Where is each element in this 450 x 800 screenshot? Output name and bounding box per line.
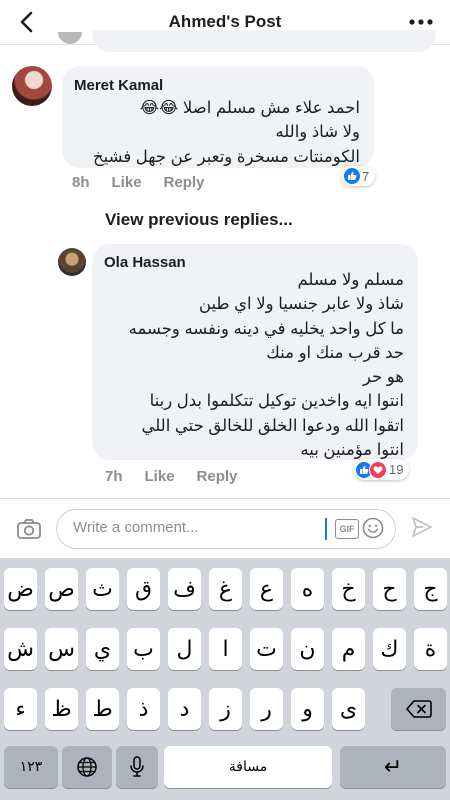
key[interactable]: و — [291, 688, 324, 730]
comment-actions: 8h Like Reply — [72, 174, 226, 191]
comment-author[interactable]: Meret Kamal — [74, 77, 163, 94]
key[interactable]: د — [168, 688, 201, 730]
key[interactable]: ث — [86, 568, 119, 610]
key[interactable]: ء — [4, 688, 37, 730]
key[interactable]: ح — [373, 568, 406, 610]
key[interactable]: ق — [127, 568, 160, 610]
send-icon[interactable] — [410, 515, 434, 539]
reply-bubble[interactable]: Ola Hassan مسلم ولا مسلم شاذ ولا عابر جن… — [92, 244, 418, 460]
backspace-key[interactable] — [391, 688, 446, 730]
key[interactable]: ن — [291, 628, 324, 670]
key[interactable]: ز — [209, 688, 242, 730]
comment-field[interactable]: GIF — [56, 509, 396, 549]
text-cursor — [325, 518, 327, 540]
key[interactable]: ذ — [127, 688, 160, 730]
key[interactable]: ط — [86, 688, 119, 730]
comment-timestamp: 8h — [72, 174, 90, 191]
reaction-summary[interactable]: 19 — [354, 459, 410, 480]
key[interactable]: ش — [4, 628, 37, 670]
avatar[interactable] — [58, 248, 86, 276]
microphone-key[interactable] — [116, 746, 158, 788]
like-reaction-icon — [344, 168, 360, 184]
gif-icon[interactable]: GIF — [335, 519, 359, 539]
keyboard: ض ص ث ق ف غ ع ه خ ح ج ش س ي ب ل ا ت ن م … — [0, 558, 450, 800]
comment-actions: 7h Like Reply — [105, 468, 259, 485]
key[interactable]: ت — [250, 628, 283, 670]
key[interactable]: ظ — [45, 688, 78, 730]
love-reaction-icon — [369, 460, 387, 479]
space-key[interactable]: مسافة — [164, 746, 332, 788]
reply-button[interactable]: Reply — [164, 174, 205, 191]
key[interactable]: خ — [332, 568, 365, 610]
comment-text: احمد علاء مش مسلم اصلا 😂😂 ولا شاذ والله … — [92, 99, 360, 166]
page-title: Ahmed's Post — [168, 12, 282, 31]
key[interactable]: ر — [250, 688, 283, 730]
comment-text: مسلم ولا مسلم شاذ ولا عابر جنسيا ولا اي … — [128, 271, 404, 460]
key[interactable]: س — [45, 628, 78, 670]
key[interactable]: ة — [414, 628, 447, 670]
key[interactable]: ض — [4, 568, 37, 610]
key[interactable]: ك — [373, 628, 406, 670]
comment-composer: GIF — [0, 498, 450, 559]
avatar[interactable] — [12, 66, 52, 106]
key[interactable]: ص — [45, 568, 78, 610]
globe-icon — [77, 757, 97, 777]
key[interactable]: ه — [291, 568, 324, 610]
reply-button[interactable]: Reply — [197, 468, 238, 485]
key[interactable]: ي — [86, 628, 119, 670]
key[interactable]: ا — [209, 628, 242, 670]
comment-bubble[interactable]: Meret Kamal احمد علاء مش مسلم اصلا 😂😂 ول… — [62, 66, 374, 168]
comment-timestamp: 7h — [105, 468, 123, 485]
key[interactable]: م — [332, 628, 365, 670]
like-button[interactable]: Like — [112, 174, 142, 191]
return-key[interactable]: ↵ — [340, 746, 446, 788]
numbers-key[interactable]: ١٢٣ — [4, 746, 58, 788]
reaction-summary[interactable]: 7 — [342, 166, 376, 186]
microphone-icon — [130, 756, 144, 777]
backspace-icon — [405, 700, 432, 718]
key[interactable]: ج — [414, 568, 447, 610]
reaction-count: 7 — [362, 168, 370, 184]
reaction-count: 19 — [389, 462, 404, 477]
key[interactable]: ل — [168, 628, 201, 670]
key[interactable]: غ — [209, 568, 242, 610]
globe-key[interactable] — [62, 746, 112, 788]
key[interactable]: ى — [332, 688, 365, 730]
key[interactable]: ع — [250, 568, 283, 610]
key[interactable]: ب — [127, 628, 160, 670]
key[interactable]: ف — [168, 568, 201, 610]
previous-comment-bubble — [92, 30, 436, 52]
comment-input[interactable] — [71, 518, 315, 537]
view-previous-replies-link[interactable]: View previous replies... — [105, 210, 293, 230]
emoji-icon[interactable] — [362, 517, 384, 539]
like-button[interactable]: Like — [145, 468, 175, 485]
camera-icon[interactable] — [16, 517, 42, 541]
